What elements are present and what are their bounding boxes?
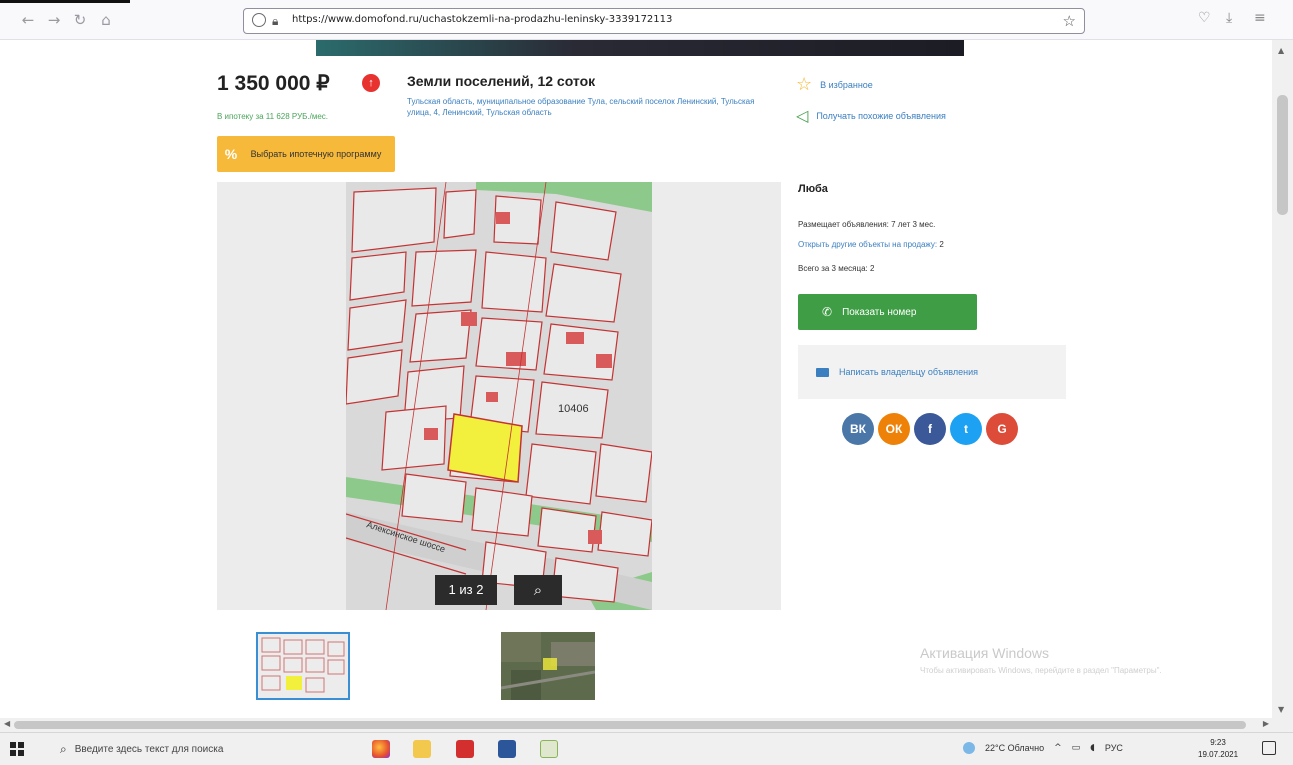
address-bar[interactable]: 🔒︎ https://www.domofond.ru/uchastokzemli… — [243, 8, 1085, 34]
seller-other-objects: Открыть другие объекты на продажу: 2 — [798, 240, 944, 249]
pocket-icon[interactable]: ♡ — [1198, 10, 1211, 26]
gallery-counter: 1 из 2 — [435, 575, 497, 605]
network-icon[interactable]: ▭ — [1072, 743, 1081, 753]
listing-address[interactable]: Тульская область, муниципальное образова… — [407, 96, 757, 118]
taskbar-search[interactable]: ⌕ Введите здесь текст для поиска — [50, 737, 340, 762]
taskbar-search-placeholder: Введите здесь текст для поиска — [74, 744, 224, 755]
notification-icon: ◁ — [796, 106, 809, 125]
facebook-icon[interactable]: f — [914, 413, 946, 445]
add-to-favorites[interactable]: ☆ В избранное — [796, 74, 873, 95]
forward-icon[interactable]: → — [44, 10, 64, 30]
active-tab-indicator — [0, 0, 130, 3]
bookmark-star-icon[interactable]: ☆ — [1063, 12, 1076, 30]
percent-icon: % — [224, 146, 238, 162]
url-text[interactable]: https://www.domofond.ru/uchastokzemli-na… — [292, 14, 672, 25]
shield-icon[interactable] — [252, 13, 266, 27]
write-owner-button[interactable]: Написать владельцу объявления — [798, 345, 1066, 399]
vertical-scrollbar[interactable]: ▲ ▼ — [1272, 40, 1293, 718]
seller-recent-count: Всего за 3 месяца: 2 — [798, 264, 875, 273]
page-content: 1 350 000 ₽ ↑ В ипотеку за 11 628 РУБ./м… — [0, 40, 1272, 718]
listing-price: 1 350 000 ₽ — [217, 72, 330, 95]
pdf-reader-icon[interactable] — [456, 740, 474, 758]
zoom-icon[interactable]: ⌕ — [514, 575, 562, 605]
activation-title: Активация Windows — [920, 645, 1050, 661]
mortgage-button-label: Выбрать ипотечную программу — [250, 148, 382, 159]
windows-start-icon[interactable] — [10, 742, 24, 756]
photo-gallery[interactable]: Алексинское шоссе 10406 1 из 2 ⌕ — [217, 182, 781, 610]
favorites-label: В избранное — [820, 79, 873, 90]
home-icon[interactable]: ⌂ — [96, 10, 116, 30]
cadastral-label: 10406 — [558, 403, 589, 415]
vk-icon[interactable]: ВК — [842, 413, 874, 445]
vertical-scroll-thumb[interactable] — [1277, 95, 1288, 215]
app-icon[interactable] — [540, 740, 558, 758]
scroll-right-icon[interactable]: ▶ — [1263, 719, 1269, 728]
browser-toolbar: ← → ↻ ⌂ 🔒︎ https://www.domofond.ru/uchas… — [0, 0, 1293, 40]
show-phone-button[interactable]: ✆ Показать номер — [798, 294, 977, 330]
subscribe-similar[interactable]: ◁ Получать похожие объявления — [796, 106, 946, 125]
other-objects-link[interactable]: Открыть другие объекты на продажу: — [798, 240, 937, 249]
show-phone-label: Показать номер — [842, 306, 917, 318]
clock-date: 19.07.2021 — [1198, 750, 1239, 759]
similar-label: Получать похожие объявления — [816, 110, 946, 121]
write-owner-label: Написать владельцу объявления — [839, 367, 978, 377]
activation-text: Чтобы активировать Windows, перейдите в … — [920, 666, 1162, 675]
download-icon[interactable]: ⤓ — [1226, 10, 1232, 26]
back-icon[interactable]: ← — [18, 10, 38, 30]
volume-icon[interactable]: ◖ — [1090, 743, 1095, 753]
horizontal-scrollbar[interactable]: ◀ ▶ — [0, 718, 1293, 732]
phone-icon: ✆ — [822, 305, 833, 319]
search-icon: ⌕ — [60, 742, 67, 756]
star-icon: ☆ — [796, 74, 813, 95]
weather-icon[interactable] — [963, 742, 975, 754]
menu-icon[interactable]: ≡ — [1254, 10, 1266, 26]
mortgage-monthly-link[interactable]: В ипотеку за 11 628 РУБ./мес. — [217, 112, 328, 121]
file-explorer-icon[interactable] — [413, 740, 431, 758]
windows-taskbar: ⌕ Введите здесь текст для поиска 22°C Об… — [0, 732, 1293, 765]
scroll-down-icon[interactable]: ▼ — [1278, 705, 1284, 714]
seller-since: Размещает объявления: 7 лет 3 мес. — [798, 220, 936, 229]
mortgage-program-button[interactable]: % Выбрать ипотечную программу — [217, 136, 395, 172]
tray-chevron-icon[interactable]: ^ — [1054, 743, 1062, 753]
reload-icon[interactable]: ↻ — [70, 10, 90, 30]
weather-text[interactable]: 22°C Облачно — [985, 743, 1044, 753]
social-share: ВК ОК f t G — [842, 413, 1018, 445]
firefox-icon[interactable] — [372, 740, 390, 758]
scroll-left-icon[interactable]: ◀ — [4, 719, 10, 728]
language-indicator[interactable]: РУС — [1105, 743, 1123, 753]
scroll-up-icon[interactable]: ▲ — [1278, 46, 1284, 55]
word-icon[interactable] — [498, 740, 516, 758]
mail-icon — [816, 367, 829, 377]
system-tray: 22°C Облачно ^ ▭ ◖ РУС — [963, 742, 1123, 754]
top-banner-image — [316, 40, 964, 56]
horizontal-scroll-thumb[interactable] — [14, 721, 1246, 729]
google-icon[interactable]: G — [986, 413, 1018, 445]
windows-activation-watermark: Активация Windows Чтобы активировать Win… — [920, 645, 1250, 677]
twitter-icon[interactable]: t — [950, 413, 982, 445]
taskbar-clock[interactable]: 9:23 19.07.2021 — [1198, 737, 1238, 761]
gallery-thumbnail-map[interactable] — [256, 632, 350, 700]
price-change-badge[interactable]: ↑ — [362, 74, 380, 92]
odnoklassniki-icon[interactable]: ОК — [878, 413, 910, 445]
other-objects-count: 2 — [939, 240, 944, 249]
notification-center-icon[interactable] — [1262, 741, 1276, 755]
listing-title: Земли поселений, 12 соток — [407, 73, 596, 89]
gallery-thumbnail-satellite[interactable] — [501, 632, 595, 700]
seller-name: Люба — [798, 183, 828, 195]
lock-icon[interactable]: 🔒︎ — [272, 14, 284, 28]
clock-time: 9:23 — [1210, 738, 1226, 747]
cadastral-map-image[interactable]: Алексинское шоссе 10406 — [346, 182, 652, 610]
